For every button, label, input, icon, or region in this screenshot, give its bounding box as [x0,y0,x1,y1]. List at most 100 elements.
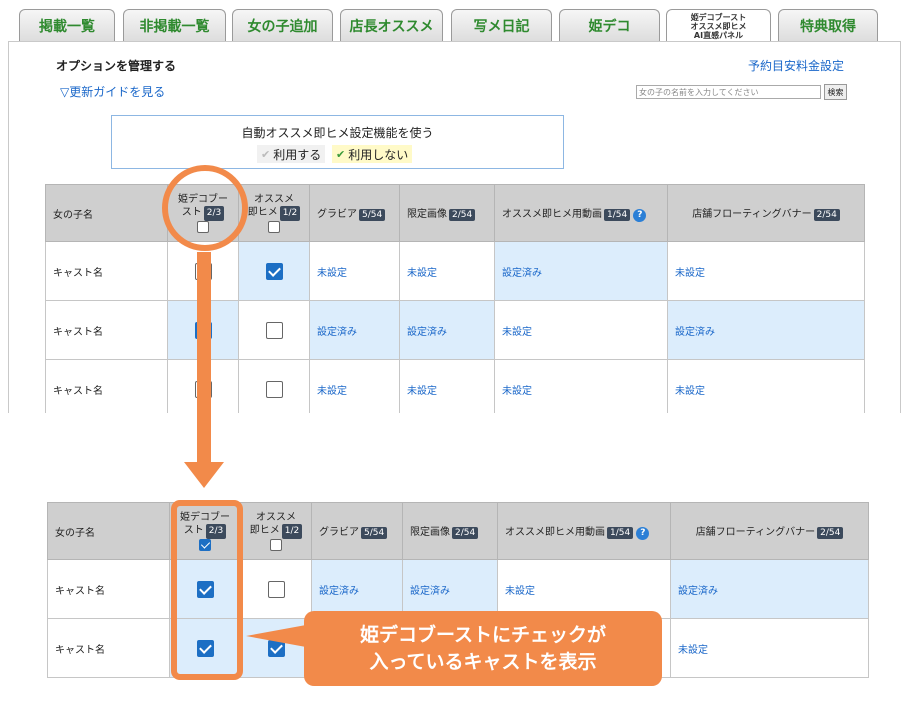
osusume-checkbox[interactable] [267,580,285,598]
video-status[interactable]: 設定済み [494,241,668,301]
osusume-cell [240,559,312,619]
tab-listed[interactable]: 掲載一覧 [19,9,115,42]
status-link[interactable]: 設定済み [317,327,357,338]
limited-status[interactable]: 設定済み [402,559,498,619]
banner-status[interactable]: 設定済み [670,559,869,619]
search-button[interactable]: 検索 [824,84,847,100]
banner-status[interactable]: 未設定 [667,241,865,301]
tab-hime-deco[interactable]: 姫デコ [559,9,660,42]
header-banner-label: 店舗フローティングバナー [695,527,816,538]
table-row: キャスト名 未設定 未設定 未設定 未設定 [45,359,865,419]
status-link[interactable]: 設定済み [678,586,718,597]
tab-label: 非掲載一覧 [139,19,210,35]
tab-label: 姫デコ [588,19,631,35]
callout-line-1: 姫デコブーストにチェックが [359,623,607,646]
cast-name: キャスト名 [45,359,168,419]
status-link[interactable]: 未設定 [675,268,705,279]
osusume-checkbox[interactable] [265,262,283,280]
osusume-checkbox[interactable] [265,380,283,398]
help-icon[interactable]: ? [636,526,650,540]
header-video-label: オススメ即ヒメ用動画 [502,208,602,220]
gravure-status[interactable]: 設定済み [309,300,400,360]
tab-label: 写メ日記 [473,19,530,35]
status-link[interactable]: 設定済み [407,327,447,338]
count-badge: 5/54 [361,527,388,539]
select-all-osusume-checkbox[interactable] [268,221,280,233]
tab-manager-recommend[interactable]: 店長オススメ [340,9,443,42]
page-title: オプションを管理する [56,59,177,73]
limited-status[interactable]: 設定済み [399,300,495,360]
header-osusume: オススメ 即ヒメ 1/2 [238,184,310,242]
header-banner: 店舗フローティングバナー 2/54 [670,502,869,560]
osusume-cell [238,359,310,419]
tab-bonus[interactable]: 特典取得 [778,9,878,42]
banner-status[interactable]: 未設定 [667,359,865,419]
banner-status[interactable]: 未設定 [670,618,869,678]
header-gravure: グラビア 5/54 [311,502,403,560]
option-use[interactable]: ✔ 利用する [257,145,326,163]
callout-pointer [246,625,306,647]
header-limited-label: 限定画像 [410,527,450,538]
video-status[interactable]: 未設定 [494,300,668,360]
header-limited: 限定画像 2/54 [399,184,495,242]
status-link[interactable]: 未設定 [502,386,532,397]
count-badge: 1/54 [604,208,631,221]
status-link[interactable]: 未設定 [502,327,532,338]
cast-name: キャスト名 [47,618,170,678]
tab-bar: 掲載一覧 非掲載一覧 女の子追加 店長オススメ 写メ日記 姫デコ 姫デコブースト… [0,0,907,42]
header-banner-label: 店舗フローティングバナー [692,209,812,220]
arrow-head-icon [184,462,224,488]
limited-status[interactable]: 未設定 [399,241,495,301]
tab-boost-options[interactable]: 姫デコブースト オススメ即ヒメ AI直感パネル [666,9,771,42]
header-video: オススメ即ヒメ用動画 1/54 ? [497,502,671,560]
header-osusume-label: オススメ [256,512,296,523]
status-link[interactable]: 設定済み [319,586,359,597]
count-badge: 2/54 [452,527,479,539]
status-link[interactable]: 設定済み [410,586,450,597]
reservation-rate-link[interactable]: 予約目安料金設定 [748,57,844,74]
header-name: 女の子名 [47,502,170,560]
header-osusume-label-2-text: 即ヒメ [249,525,280,536]
tab-label: 掲載一覧 [39,19,95,35]
option-use-label: 利用する [273,147,322,162]
count-badge: 1/54 [607,526,634,539]
status-link[interactable]: 未設定 [407,268,437,279]
status-link[interactable]: 未設定 [678,645,708,656]
count-badge: 1/2 [281,524,303,539]
cast-name: キャスト名 [47,559,170,619]
update-guide-link[interactable]: ▽更新ガイドを見る [60,83,165,100]
banner-status[interactable]: 設定済み [667,300,865,360]
option-nouse-label: 利用しない [348,147,409,162]
header-osusume-label-2: 即ヒメ 1/2 [239,206,309,221]
osusume-checkbox[interactable] [265,321,283,339]
status-link[interactable]: 設定済み [502,268,542,279]
status-link[interactable]: 未設定 [317,386,347,397]
gravure-status[interactable]: 未設定 [309,359,400,419]
highlight-ring [162,165,248,251]
select-all-osusume-checkbox[interactable] [270,539,282,551]
tab-photo-diary[interactable]: 写メ日記 [451,9,552,42]
status-link[interactable]: 未設定 [675,386,705,397]
video-status[interactable]: 未設定 [494,359,668,419]
status-link[interactable]: 未設定 [317,268,347,279]
status-link[interactable]: 設定済み [675,327,715,338]
status-link[interactable]: 未設定 [505,586,535,597]
gravure-status[interactable]: 未設定 [309,241,400,301]
option-nouse[interactable]: ✔ 利用しない [332,145,413,163]
header-video: オススメ即ヒメ用動画 1/54 ? [494,184,668,242]
tab-unlisted[interactable]: 非掲載一覧 [123,9,226,42]
osusume-cell [238,241,310,301]
help-icon[interactable]: ? [633,208,647,222]
table-row: キャスト名 設定済み 設定済み 未設定 設定済み [45,300,865,360]
header-osusume-label: オススメ [254,194,294,205]
video-status[interactable]: 未設定 [497,559,671,619]
search-input[interactable] [636,85,821,99]
auto-setting-title: 自動オススメ即ヒメ設定機能を使う [241,126,434,140]
check-icon: ✔ [336,147,346,161]
count-badge: 1/2 [279,206,301,221]
limited-status[interactable]: 未設定 [399,359,495,419]
tab-add-girl[interactable]: 女の子追加 [232,9,333,42]
header-video-label: オススメ即ヒメ用動画 [505,526,605,538]
status-link[interactable]: 未設定 [407,386,437,397]
gravure-status[interactable]: 設定済み [311,559,403,619]
